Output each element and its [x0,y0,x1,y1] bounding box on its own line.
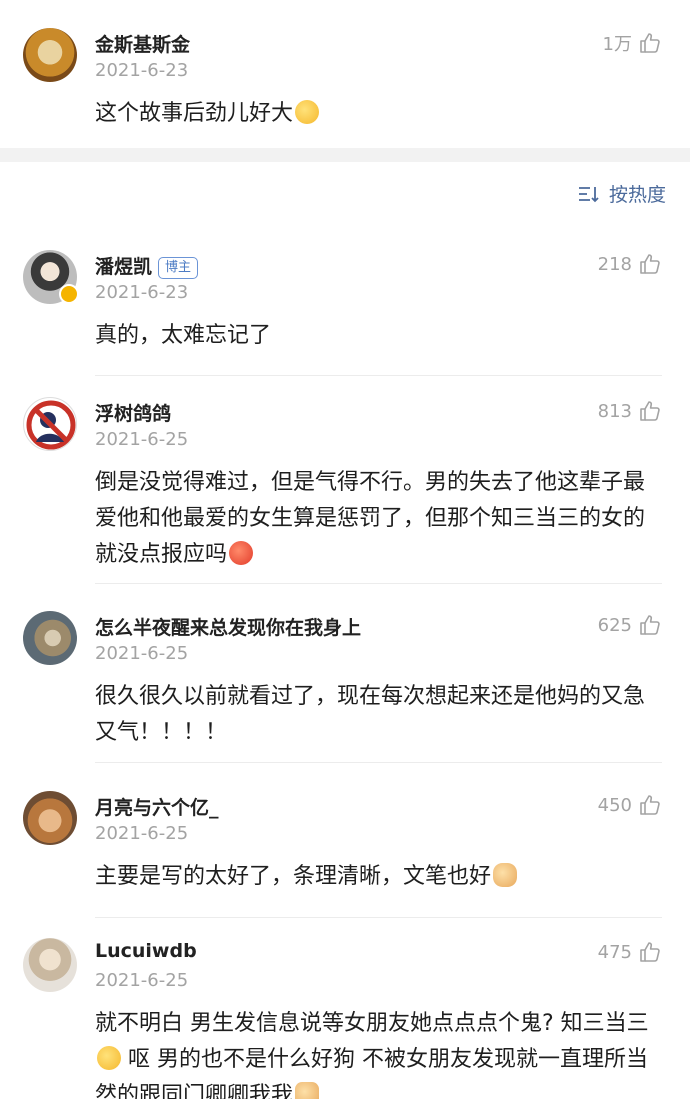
like-button[interactable]: 450 [598,793,662,817]
username-text: 潘煜凯 [95,256,153,278]
like-count: 813 [597,400,632,422]
clapping-hands-emoji-icon [493,863,518,887]
avatar[interactable] [23,791,77,845]
username[interactable]: Lucuiwdb [95,940,197,962]
comment-text: 就不明白 男生发信息说等女朋友她点点点个鬼? 知三当三 呕 男的也不是什么好狗 … [95,1006,666,1099]
thumbs-down-emoji-icon [295,1082,320,1099]
avatar[interactable] [23,28,77,82]
divider [95,583,662,584]
username[interactable]: 月亮与六个亿_ [95,793,219,820]
comment-text: 真的，太难忘记了 [95,323,272,348]
divider [95,917,662,918]
like-button[interactable]: 813 [598,399,662,423]
no-symbol-icon [26,400,76,450]
like-count: 450 [597,794,632,816]
comment-text: 主要是写的太好了，条理清晰，文笔也好 [95,859,666,895]
username[interactable]: 怎么半夜醒来总发现你在我身上 [95,613,361,640]
comment-date: 2021-6-25 [95,823,189,844]
like-count: 218 [597,253,632,275]
comment-text-content: 就不明白 男生发信息说等女朋友她点点点个鬼? 知三当三 [95,1011,649,1036]
thumbs-up-icon [640,942,660,962]
sort-label: 按热度 [608,184,666,206]
like-count: 625 [597,614,632,636]
avatar[interactable] [23,611,77,665]
username[interactable]: 金斯基斯金 [95,30,190,57]
comment-text-content: 呕 男的也不是什么好狗 不被女朋友发现就一直理所当然的跟同门卿卿我我 [95,1047,648,1099]
avatar[interactable] [23,938,77,992]
rolling-eyes-emoji-icon [295,100,320,124]
verified-badge-icon [59,284,79,304]
divider [95,762,662,763]
comment-date: 2021-6-25 [95,643,189,664]
sort-icon [578,186,599,202]
avatar[interactable] [23,397,77,451]
angry-face-emoji-icon [229,541,254,565]
comment-text-content: 这个故事后劲儿好大 [95,101,294,126]
divider [95,375,662,376]
author-badge: 博主 [158,256,199,279]
like-button[interactable]: 1万 [603,30,662,56]
like-count: 1万 [602,34,632,55]
comment-date: 2021-6-25 [95,429,189,450]
section-separator [0,148,690,162]
comment-text-content: 倒是没觉得难过，但是气得不行。男的失去了他这辈子最爱他和他最爱的女生算是惩罚了，… [95,470,646,567]
comment-text-content: 主要是写的太好了，条理清晰，文笔也好 [95,864,492,889]
thumbs-up-icon [640,615,660,635]
comment-date: 2021-6-25 [95,970,189,991]
comment-text: 很久很久以前就看过了，现在每次想起来还是他妈的又急又气！！！！ [95,684,646,745]
like-count: 475 [597,941,632,963]
like-button[interactable]: 475 [598,940,662,964]
comment-text: 这个故事后劲儿好大 [95,96,666,132]
like-button[interactable]: 625 [598,613,662,637]
thinking-face-emoji-icon [97,1046,121,1070]
username[interactable]: 浮树鸽鸽 [95,399,171,426]
comment-date: 2021-6-23 [95,60,189,81]
sort-by-hot-button[interactable]: 按热度 [577,180,666,207]
thumbs-up-icon [640,33,660,53]
username[interactable]: 潘煜凯 博主 [95,252,199,279]
thumbs-up-icon [640,254,660,274]
thumbs-up-icon [640,401,660,421]
comment-date: 2021-6-23 [95,282,189,303]
comment-text: 倒是没觉得难过，但是气得不行。男的失去了他这辈子最爱他和他最爱的女生算是惩罚了，… [95,465,666,573]
thumbs-up-icon [640,795,660,815]
like-button[interactable]: 218 [598,252,662,276]
